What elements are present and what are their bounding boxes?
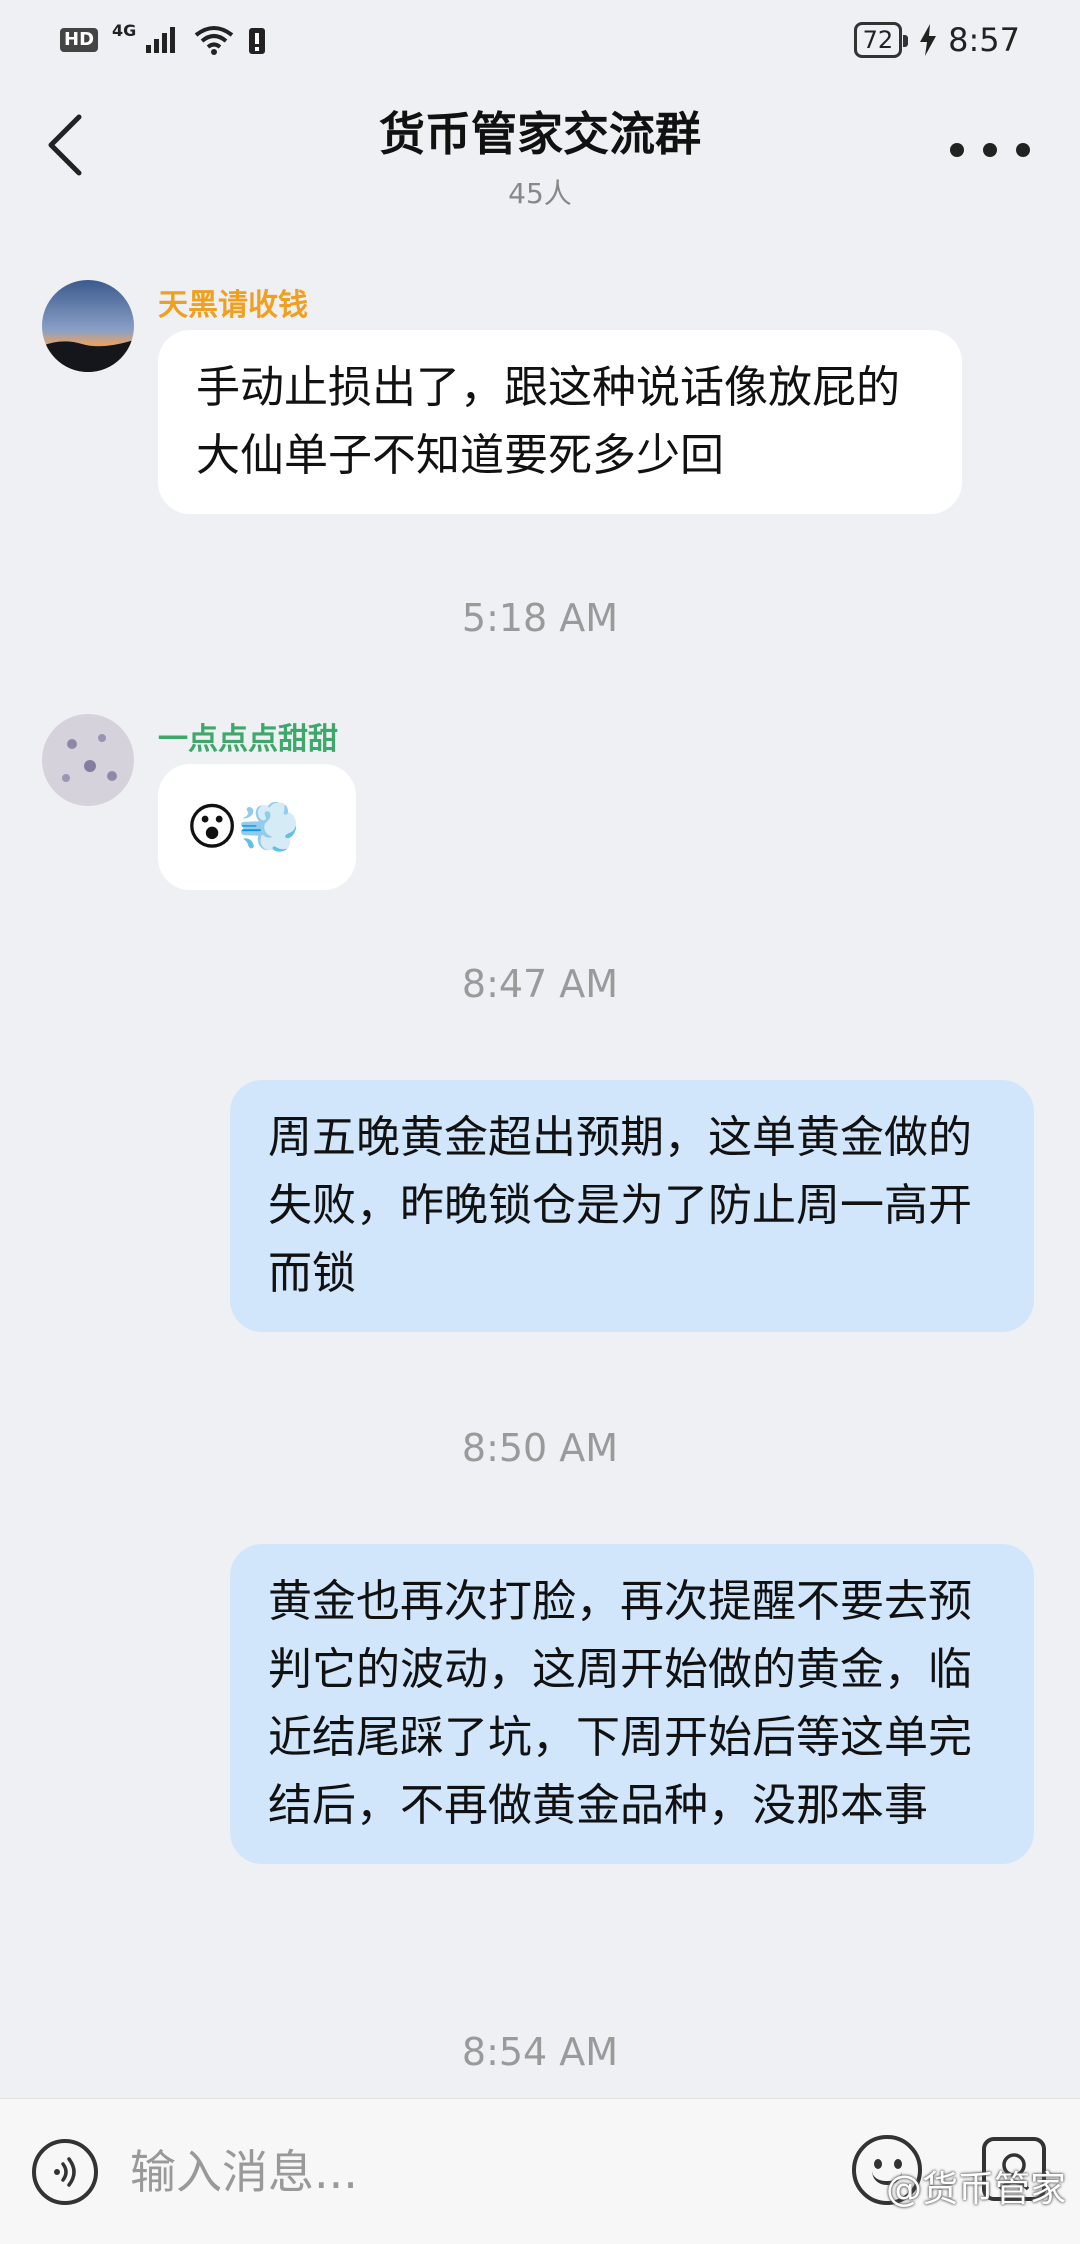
face-exhaling-emoji: 😮💨 bbox=[186, 798, 301, 856]
clock: 8:57 bbox=[948, 21, 1020, 59]
voice-button[interactable] bbox=[32, 2139, 98, 2205]
watermark: @货币管家 bbox=[885, 2169, 1066, 2210]
network-type: 4G bbox=[112, 20, 137, 40]
message-bubble[interactable]: 手动止损出了，跟这种说话像放屁的大仙单子不知道要死多少回 bbox=[158, 330, 962, 514]
timestamp: 8:54 AM bbox=[461, 2030, 619, 2074]
group-title: 货币管家交流群 bbox=[379, 107, 701, 161]
message-bubble-outgoing[interactable]: 黄金也再次打脸，再次提醒不要去预判它的波动，这周开始做的黄金，临近结尾踩了坑，下… bbox=[230, 1544, 1034, 1864]
timestamp: 5:18 AM bbox=[461, 596, 619, 640]
signal-icon bbox=[146, 27, 176, 53]
emoji-bubble[interactable]: 😮💨 bbox=[158, 764, 356, 890]
hd-badge: HD bbox=[60, 28, 99, 52]
alert-icon bbox=[249, 28, 266, 54]
avatar[interactable] bbox=[42, 714, 134, 806]
flower-avatar-icon bbox=[42, 714, 134, 806]
status-bar: HD 4G 72 8:57 bbox=[0, 0, 1080, 80]
member-count: 45人 bbox=[508, 177, 572, 210]
more-dot bbox=[983, 143, 997, 157]
status-left: HD 4G bbox=[60, 21, 266, 55]
wifi-icon bbox=[195, 26, 234, 55]
avatar[interactable] bbox=[42, 280, 134, 372]
status-right: 72 8:57 bbox=[853, 21, 1020, 59]
emoji-icon bbox=[874, 2159, 882, 2169]
message-bubble-outgoing[interactable]: 周五晚黄金超出预期，这单黄金做的失败，昨晚锁仓是为了防止周一高开而锁 bbox=[230, 1080, 1034, 1332]
more-dot bbox=[1016, 143, 1030, 157]
battery-indicator: 72 bbox=[853, 22, 908, 58]
timestamp: 8:47 AM bbox=[461, 962, 619, 1006]
chat-header: 货币管家交流群 45人 bbox=[0, 80, 1080, 230]
more-dots-icon bbox=[950, 143, 964, 157]
sender-name: 天黑请收钱 bbox=[158, 288, 308, 323]
sunset-avatar-icon bbox=[42, 280, 134, 372]
timestamp: 8:50 AM bbox=[461, 1426, 619, 1470]
more-button[interactable] bbox=[950, 130, 1030, 170]
voice-icon bbox=[54, 2157, 76, 2187]
message-input[interactable] bbox=[130, 2129, 830, 2215]
sender-name: 一点点点甜甜 bbox=[158, 722, 338, 757]
charging-icon bbox=[920, 24, 937, 56]
